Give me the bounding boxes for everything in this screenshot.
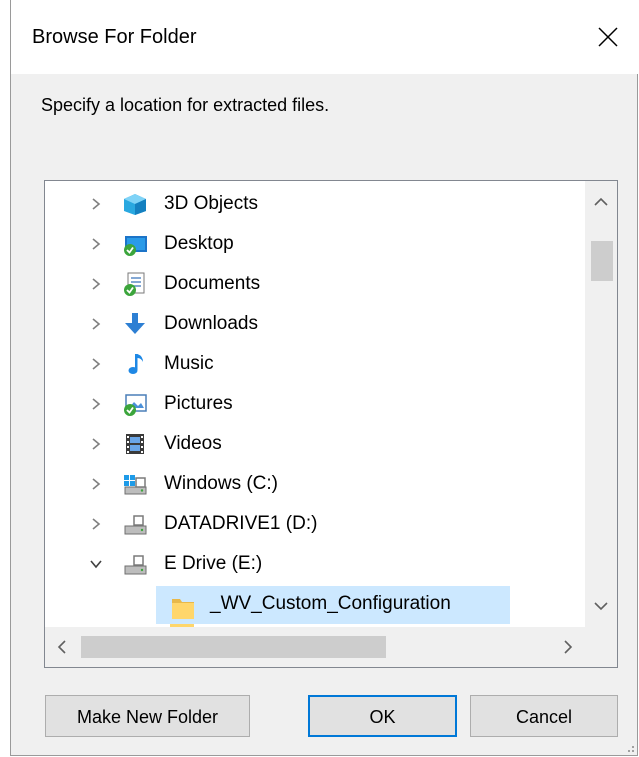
tree-item-label: Music xyxy=(164,353,214,374)
chevron-down-icon[interactable] xyxy=(88,556,104,572)
folder-icon xyxy=(172,599,194,619)
ok-button[interactable]: OK xyxy=(308,695,457,737)
chevron-right-icon[interactable] xyxy=(88,436,104,452)
tree-item-windows-c[interactable]: Windows (C:) xyxy=(45,464,585,504)
horizontal-scrollbar[interactable] xyxy=(45,627,585,667)
close-button[interactable] xyxy=(578,0,638,74)
tree-item-documents[interactable]: Documents xyxy=(45,264,585,304)
scroll-down-button[interactable] xyxy=(585,585,617,629)
tree-item-datadrive1-d[interactable]: DATADRIVE1 (D:) xyxy=(45,504,585,544)
vertical-scroll-thumb[interactable] xyxy=(591,241,613,281)
tree-item-label: E Drive (E:) xyxy=(164,553,263,574)
tree-item-label: Documents xyxy=(164,273,261,294)
vertical-scrollbar[interactable] xyxy=(585,181,617,629)
tree-item-label: Windows (C:) xyxy=(164,473,279,494)
music-icon xyxy=(128,354,143,374)
cancel-button[interactable]: Cancel xyxy=(470,695,618,737)
scroll-up-button[interactable] xyxy=(585,181,617,225)
downloads-icon xyxy=(125,313,145,334)
drive-icon xyxy=(124,515,147,535)
tree-item-label: 3D Objects xyxy=(164,193,258,214)
tree-item-videos[interactable]: Videos xyxy=(45,424,585,464)
horizontal-scroll-thumb[interactable] xyxy=(81,636,386,658)
title-bar: Browse For Folder xyxy=(11,0,638,74)
resize-grip-icon[interactable] xyxy=(623,741,635,753)
prompt-text: Specify a location for extracted files. xyxy=(41,95,330,115)
chevron-right-icon[interactable] xyxy=(88,516,104,532)
chevron-right-icon[interactable] xyxy=(88,196,104,212)
close-icon xyxy=(598,27,618,47)
tree-item-desktop[interactable]: Desktop xyxy=(45,224,585,264)
desktop-icon xyxy=(124,236,147,256)
drive-icon xyxy=(124,555,147,575)
chevron-right-icon[interactable] xyxy=(88,276,104,292)
tree-item-label: DATADRIVE1 (D:) xyxy=(164,513,318,534)
tree-item-music[interactable]: Music xyxy=(45,344,585,384)
videos-icon xyxy=(126,434,144,454)
tree-item-label: Pictures xyxy=(164,393,233,414)
tree-item-label: Videos xyxy=(164,433,222,454)
tree-item-label: _WV_Custom_Configuration xyxy=(210,593,451,614)
chevron-right-icon[interactable] xyxy=(88,356,104,372)
make-new-folder-button[interactable]: Make New Folder xyxy=(45,695,250,737)
documents-icon xyxy=(124,272,145,296)
tree-item-downloads[interactable]: Downloads xyxy=(45,304,585,344)
browse-for-folder-dialog: Browse For Folder Specify a location for… xyxy=(10,0,638,756)
pictures-icon xyxy=(124,394,147,416)
3d-objects-icon xyxy=(124,194,146,215)
tree-item-e-drive[interactable]: E Drive (E:) xyxy=(45,544,585,584)
dialog-title: Browse For Folder xyxy=(32,26,197,48)
folder-tree[interactable]: 3D Objects Desktop Documents Downloads M… xyxy=(44,180,618,668)
chevron-right-icon[interactable] xyxy=(88,476,104,492)
tree-item-wv-custom-configuration[interactable]: _WV_Custom_Configuration xyxy=(45,584,585,624)
chevron-right-icon[interactable] xyxy=(88,316,104,332)
scrollbar-corner xyxy=(585,627,617,667)
scroll-left-button[interactable] xyxy=(45,627,79,667)
tree-item-pictures[interactable]: Pictures xyxy=(45,384,585,424)
chevron-right-icon[interactable] xyxy=(88,396,104,412)
tree-item-label: Desktop xyxy=(164,233,234,254)
windows-drive-icon xyxy=(124,475,147,495)
scroll-right-button[interactable] xyxy=(551,627,585,667)
background-edge xyxy=(0,0,10,757)
tree-item-3d-objects[interactable]: 3D Objects xyxy=(45,184,585,224)
chevron-right-icon[interactable] xyxy=(88,236,104,252)
tree-item-label: Downloads xyxy=(164,313,258,334)
